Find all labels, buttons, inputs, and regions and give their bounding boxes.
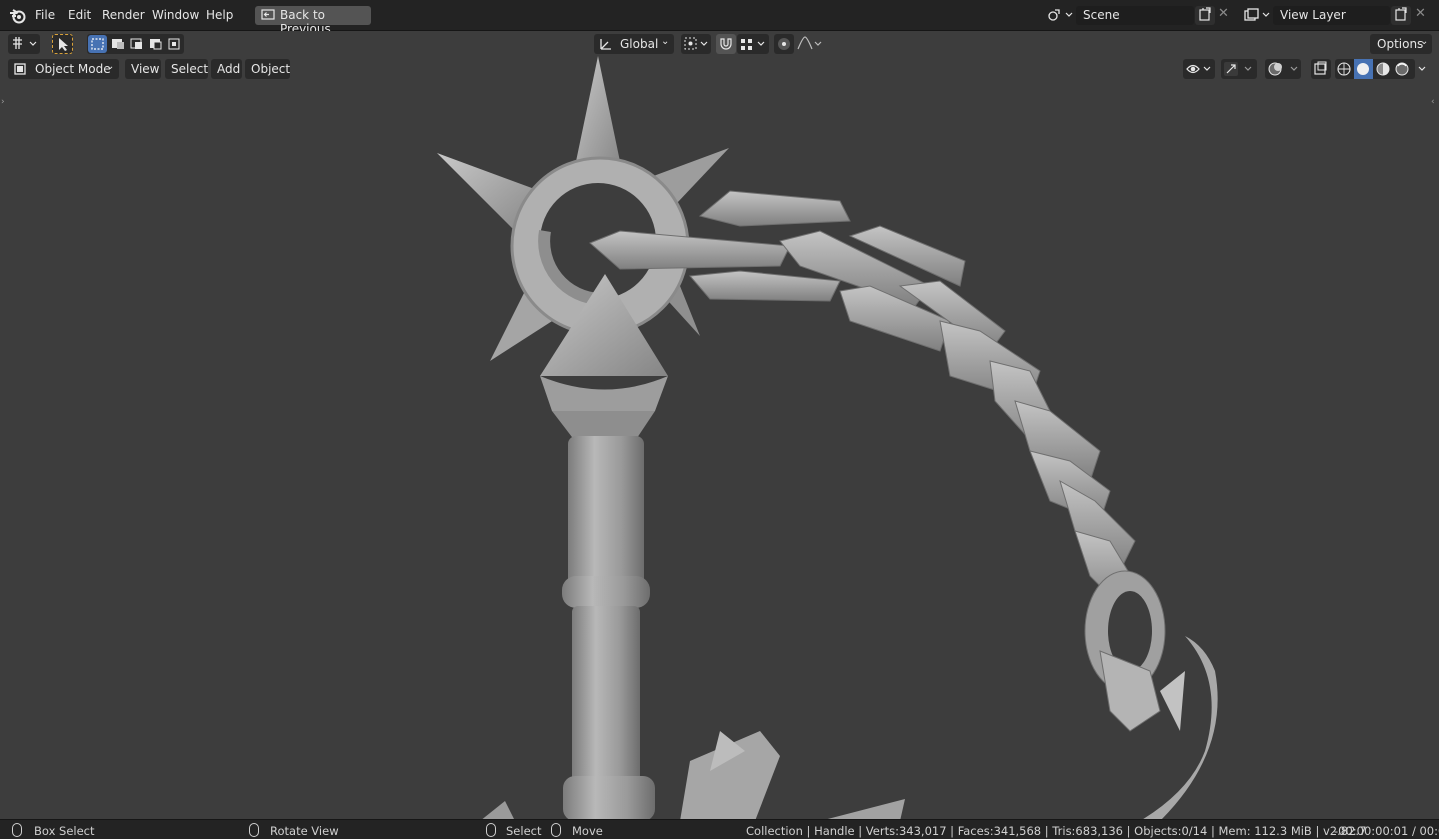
scene-name-field[interactable]: Scene [1076, 6, 1194, 25]
snap-target-dropdown[interactable] [737, 34, 769, 54]
scene-statistics: Collection | Handle | Verts:343,017 | Fa… [746, 824, 1367, 838]
timecode: -00:00:00:01 / 00:00 [1334, 824, 1439, 838]
menu-window[interactable]: Window [152, 8, 199, 22]
proportional-edit-toggle[interactable] [774, 34, 794, 54]
chevron-down-icon: ⌄ [106, 61, 115, 72]
back-to-previous-button[interactable]: Back to Previous [255, 6, 371, 36]
transform-orientation-dropdown[interactable]: Global ⌄ [594, 34, 674, 54]
status-select-action: Select [506, 824, 542, 838]
falloff-curve-icon [797, 36, 822, 50]
mouse-middle-icon [249, 823, 259, 837]
duplicate-icon [1395, 7, 1407, 21]
snap-grid-icon [741, 39, 765, 50]
scene-name: Scene [1083, 8, 1120, 22]
cursor-arrow-icon [59, 38, 68, 51]
selection-mode-icons[interactable] [87, 34, 184, 54]
menu-select[interactable]: Select [165, 59, 208, 79]
mode-dropdown[interactable]: Object Mode ⌄ [8, 59, 119, 79]
menu-help[interactable]: Help [206, 8, 233, 22]
menu-edit[interactable]: Edit [68, 8, 91, 22]
status-middle-action: Rotate View [270, 824, 339, 838]
mode-label: Object Mode [35, 62, 111, 76]
status-move-action: Move [572, 824, 603, 838]
magnet-icon [720, 38, 732, 50]
delete-scene-icon[interactable]: ✕ [1218, 6, 1229, 21]
select-mode-group [87, 34, 184, 54]
pivot-point-dropdown[interactable] [681, 34, 711, 54]
new-view-layer-button[interactable] [1391, 6, 1411, 25]
menu-add[interactable]: Add [211, 59, 242, 79]
object-mode-icon [14, 63, 26, 75]
editor-type-button[interactable] [8, 34, 40, 54]
delete-view-layer-icon[interactable]: ✕ [1415, 6, 1426, 21]
status-bar: Box Select Rotate View Select Move Colle… [0, 819, 1439, 839]
screen-back-icon [261, 9, 275, 20]
orientation-label: Global [620, 37, 659, 51]
view-layer-field[interactable]: View Layer [1273, 6, 1390, 25]
mouse-right-icon [486, 823, 496, 837]
menu-add-label: Add [217, 62, 241, 76]
proportional-edit-icon [778, 38, 790, 50]
proportional-falloff-dropdown[interactable] [795, 34, 825, 54]
viewport-editor-icon [13, 37, 37, 49]
view-layer-name: View Layer [1280, 8, 1346, 22]
orientation-axes-icon [600, 39, 611, 50]
blender-logo-icon[interactable] [9, 7, 26, 24]
options-label: Options [1377, 37, 1424, 51]
menu-select-label: Select [171, 62, 209, 76]
mouse-drag-icon [551, 823, 561, 837]
menu-file[interactable]: File [35, 8, 55, 22]
viewport-display-controls[interactable] [1183, 59, 1433, 79]
mouse-left-icon [12, 823, 22, 837]
view-layer-selector-icon[interactable] [1244, 8, 1270, 22]
tool-select-button[interactable] [52, 34, 73, 54]
mace-chain-model [437, 56, 1218, 819]
3d-viewport[interactable]: Global ⌄ Options ⌄ Object Mode ⌄ View Se… [0, 31, 1439, 819]
sidebar-toggle-icon[interactable]: ‹ [1431, 97, 1435, 107]
menu-view-label: View [131, 62, 160, 76]
menu-view[interactable]: View [125, 59, 161, 79]
toolbar-toggle-icon[interactable]: › [1, 97, 5, 107]
duplicate-icon [1199, 7, 1211, 21]
menu-object-label: Object [251, 62, 291, 76]
scene-selector-icon[interactable] [1047, 8, 1073, 22]
snap-toggle[interactable] [716, 34, 736, 54]
pivot-point-icon [684, 37, 708, 50]
menu-object[interactable]: Object [245, 59, 290, 79]
status-left-action: Box Select [34, 824, 95, 838]
menu-render[interactable]: Render [102, 8, 145, 22]
chevron-down-icon: ⌄ [1420, 36, 1429, 47]
top-bar: File Edit Render Window Help Back to Pre… [0, 0, 1439, 36]
options-dropdown[interactable]: Options ⌄ [1370, 34, 1432, 54]
chevron-down-icon: ⌄ [661, 36, 670, 47]
new-scene-button[interactable] [1195, 6, 1215, 25]
